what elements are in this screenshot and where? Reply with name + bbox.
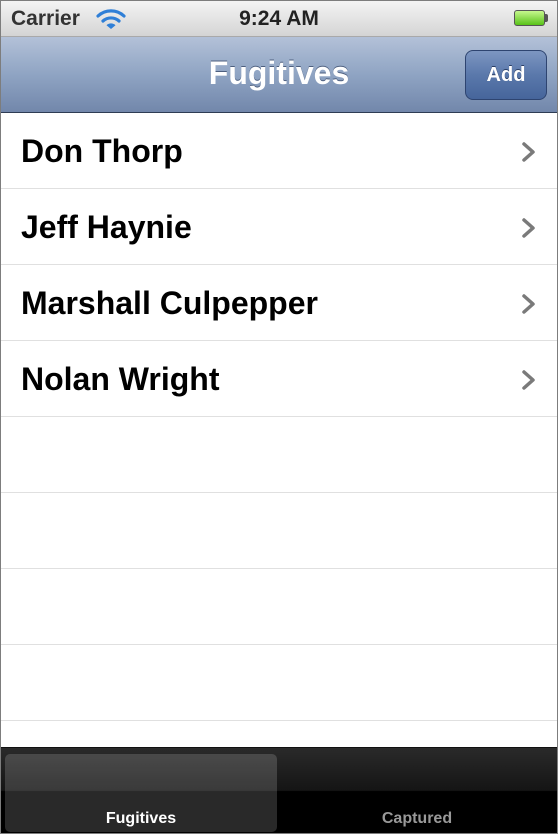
tab-label: Captured <box>381 810 453 827</box>
status-bar: Carrier 9:24 AM <box>1 1 557 37</box>
tab-captured[interactable]: Captured <box>281 754 553 832</box>
empty-row <box>1 417 557 493</box>
add-button[interactable]: Add <box>465 50 547 100</box>
chevron-right-icon <box>522 142 535 162</box>
empty-row <box>1 645 557 721</box>
tab-fugitives[interactable]: Fugitives <box>5 754 277 832</box>
table-row[interactable]: Jeff Haynie <box>1 189 557 265</box>
chevron-right-icon <box>522 294 535 314</box>
tab-label: Fugitives <box>105 810 177 827</box>
table-row[interactable]: Don Thorp <box>1 113 557 189</box>
table-row[interactable]: Nolan Wright <box>1 341 557 417</box>
navigation-bar: Fugitives Add <box>1 37 557 113</box>
chevron-right-icon <box>522 370 535 390</box>
battery-icon <box>514 10 545 26</box>
row-label: Don Thorp <box>21 133 183 169</box>
table-row[interactable]: Marshall Culpepper <box>1 265 557 341</box>
row-label: Nolan Wright <box>21 361 220 397</box>
tab-bar: Fugitives Captured <box>1 747 557 833</box>
row-label: Jeff Haynie <box>21 209 192 245</box>
battery-tip <box>545 14 548 22</box>
chevron-right-icon <box>522 218 535 238</box>
empty-row <box>1 493 557 569</box>
fugitives-table: Don Thorp Jeff Haynie Marshall Culpepper… <box>1 113 557 721</box>
app-frame: Carrier 9:24 AM Fugitives Add Don Thorp … <box>0 0 558 834</box>
empty-row <box>1 569 557 645</box>
clock-time: 9:24 AM <box>239 7 319 30</box>
row-label: Marshall Culpepper <box>21 285 318 321</box>
